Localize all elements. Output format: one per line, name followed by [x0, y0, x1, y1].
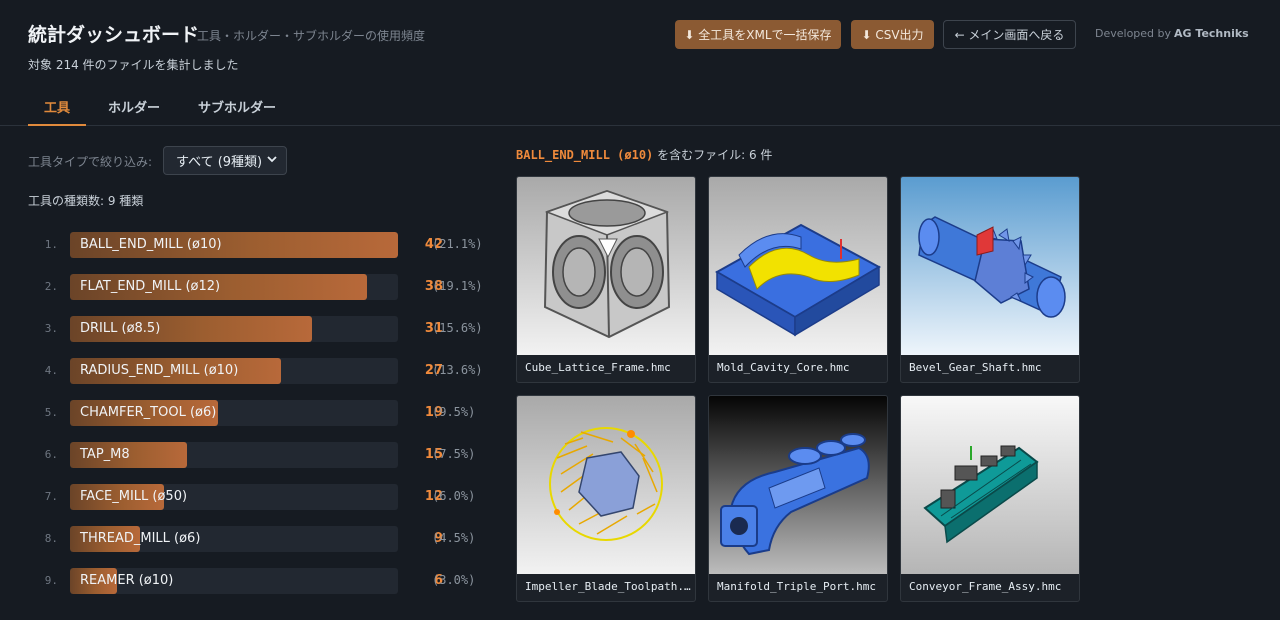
usage-bar-track: THREAD_MILL (ø6) [70, 526, 398, 552]
tool-row[interactable]: 1. BALL_END_MILL (ø10) 42 (21.1%) [28, 232, 498, 258]
tool-rank: 7. [44, 490, 58, 503]
summary-text: 対象 214 件のファイルを集計しました [28, 58, 239, 72]
tool-name: THREAD_MILL (ø6) [80, 531, 201, 546]
credit-name: AG Techniks [1174, 27, 1249, 40]
export-xml-button[interactable]: ⬇ 全工具をXMLで一括保存 [675, 20, 841, 49]
file-name: Manifold_Triple_Port.hmc [717, 580, 876, 593]
usage-bar-track: FACE_MILL (ø50) [70, 484, 398, 510]
export-csv-button[interactable]: ⬇ CSV出力 [851, 20, 934, 49]
usage-bar-track: DRILL (ø8.5) [70, 316, 398, 342]
tool-row[interactable]: 6. TAP_M8 15 (7.5%) [28, 442, 498, 468]
tool-name: FACE_MILL (ø50) [80, 489, 188, 504]
usage-percent: (21.1%) [432, 237, 483, 251]
credit-prefix: Developed by [1095, 27, 1172, 40]
file-card[interactable]: Manifold_Triple_Port.hmc [708, 395, 888, 602]
file-name: Cube_Lattice_Frame.hmc [525, 361, 671, 374]
tool-rank: 3. [44, 322, 58, 335]
usage-percent: (19.1%) [432, 279, 483, 293]
back-to-main-button[interactable]: ← メイン画面へ戻る [943, 20, 1076, 49]
tool-rank: 8. [44, 532, 58, 545]
usage-bar-track: CHAMFER_TOOL (ø6) [70, 400, 398, 426]
conveyor-icon [901, 396, 1079, 574]
tool-rank: 2. [44, 280, 58, 293]
page-subtitle: 工具・ホルダー・サブホルダーの使用頻度 [197, 29, 426, 43]
usage-bar-track: BALL_END_MILL (ø10) [70, 232, 398, 258]
usage-percent: (7.5%) [432, 447, 476, 461]
filter-label: 工具タイプで絞り込み: [28, 155, 153, 169]
files-panel-header: BALL_END_MILL (ø10) を含むファイル: 6 件 [516, 146, 772, 163]
file-card[interactable]: Impeller_Blade_Toolpath.hmc [516, 395, 696, 602]
tool-rank: 9. [44, 574, 58, 587]
chevron-down-icon [267, 156, 277, 163]
usage-bar-track: REAMER (ø10) [70, 568, 398, 594]
tool-rank: 6. [44, 448, 58, 461]
file-name: Impeller_Blade_Toolpath.hmc [525, 580, 691, 593]
tool-row[interactable]: 7. FACE_MILL (ø50) 12 (6.0%) [28, 484, 498, 510]
tab-holders[interactable]: ホルダー [98, 88, 170, 126]
mold-cavity-icon [709, 177, 887, 355]
tool-rank: 4. [44, 364, 58, 377]
tab-subholders[interactable]: サブホルダー [186, 88, 288, 126]
tab-tools[interactable]: 工具 [28, 88, 86, 126]
tool-row[interactable]: 4. RADIUS_END_MILL (ø10) 27 (13.6%) [28, 358, 498, 384]
file-name: Bevel_Gear_Shaft.hmc [909, 361, 1042, 374]
selected-tool-name: BALL_END_MILL (ø10) [516, 148, 654, 162]
cube-lattice-icon [517, 177, 695, 355]
tool-row[interactable]: 9. REAMER (ø10) 6 (3.0%) [28, 568, 498, 594]
tool-name: DRILL (ø8.5) [80, 321, 161, 336]
dashboard-header: 統計ダッシュボード 工具・ホルダー・サブホルダーの使用頻度 対象 214 件のフ… [0, 0, 1280, 126]
impeller-toolpath-icon [517, 396, 695, 574]
usage-percent: (6.0%) [432, 489, 476, 503]
tool-type-select[interactable]: すべて (9種類) [163, 146, 287, 175]
bevel-gear-icon [901, 177, 1079, 355]
usage-bar-track: RADIUS_END_MILL (ø10) [70, 358, 398, 384]
file-card[interactable]: Mold_Cavity_Core.hmc [708, 176, 888, 383]
file-card[interactable]: Bevel_Gear_Shaft.hmc [900, 176, 1080, 383]
usage-percent: (3.0%) [432, 573, 476, 587]
tool-name: RADIUS_END_MILL (ø10) [80, 363, 239, 378]
tool-name: CHAMFER_TOOL (ø6) [80, 405, 217, 420]
usage-percent: (4.5%) [432, 531, 476, 545]
tool-name: FLAT_END_MILL (ø12) [80, 279, 221, 294]
tool-rank: 5. [44, 406, 58, 419]
tool-type-select-value: すべて (9種類) [176, 155, 263, 170]
tool-name: TAP_M8 [80, 447, 130, 462]
files-count-text: を含むファイル: 6 件 [653, 148, 773, 162]
file-card[interactable]: Cube_Lattice_Frame.hmc [516, 176, 696, 383]
usage-percent: (13.6%) [432, 363, 483, 377]
usage-bar-track: FLAT_END_MILL (ø12) [70, 274, 398, 300]
file-name: Mold_Cavity_Core.hmc [717, 361, 850, 374]
tool-row[interactable]: 3. DRILL (ø8.5) 31 (15.6%) [28, 316, 498, 342]
tool-rank: 1. [44, 238, 58, 251]
tool-row[interactable]: 5. CHAMFER_TOOL (ø6) 19 (9.5%) [28, 400, 498, 426]
usage-percent: (15.6%) [432, 321, 483, 335]
file-card[interactable]: Conveyor_Frame_Assy.hmc [900, 395, 1080, 602]
tool-count-label: 工具の種類数: 9 種類 [28, 194, 144, 208]
tool-row[interactable]: 8. THREAD_MILL (ø6) 9 (4.5%) [28, 526, 498, 552]
file-name: Conveyor_Frame_Assy.hmc [909, 580, 1062, 593]
tool-name: REAMER (ø10) [80, 573, 174, 588]
developer-credit: Developed by AG Techniks [1095, 27, 1249, 40]
usage-percent: (9.5%) [432, 405, 476, 419]
tool-row[interactable]: 2. FLAT_END_MILL (ø12) 38 (19.1%) [28, 274, 498, 300]
manifold-icon [709, 396, 887, 574]
tool-name: BALL_END_MILL (ø10) [80, 237, 222, 252]
page-title: 統計ダッシュボード [28, 24, 200, 46]
usage-bar-track: TAP_M8 [70, 442, 398, 468]
